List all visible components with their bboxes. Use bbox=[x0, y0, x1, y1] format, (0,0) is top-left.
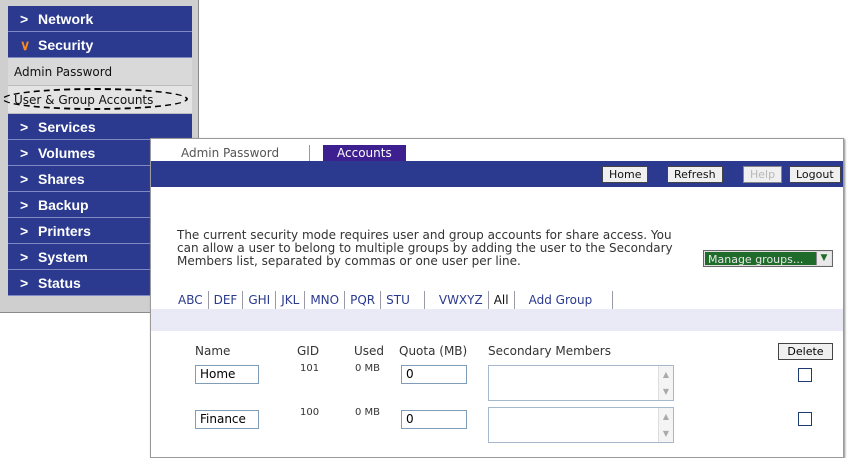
sidebar-item-security[interactable]: ∨ Security bbox=[8, 32, 192, 58]
letter-filter-mno[interactable]: MNO bbox=[305, 291, 346, 309]
quota-input[interactable]: 0 bbox=[401, 365, 467, 384]
home-button[interactable]: Home bbox=[602, 166, 649, 183]
letter-filter-bar: ABC DEF GHI JKL MNO PQR STU VWXYZ All Add Group bbox=[173, 291, 614, 309]
chevron-right-icon: > bbox=[20, 145, 29, 161]
tab-accounts[interactable]: Accounts bbox=[323, 145, 406, 161]
chevron-right-icon: > bbox=[20, 275, 29, 291]
delete-checkbox[interactable] bbox=[798, 368, 812, 382]
sidebar-item-label: Shares bbox=[38, 171, 85, 187]
group-name-input[interactable]: Finance bbox=[195, 410, 259, 429]
chevron-right-icon: > bbox=[20, 119, 29, 135]
sidebar-item-label: Backup bbox=[38, 197, 89, 213]
textarea-scrollbar[interactable]: ▲ ▼ bbox=[658, 366, 673, 400]
sidebar-item-label: Printers bbox=[38, 223, 91, 239]
column-header-used: Used bbox=[354, 344, 385, 358]
secondary-members-textarea[interactable]: ▲ ▼ bbox=[488, 407, 674, 443]
manage-groups-select[interactable]: Manage groups... ▼ bbox=[703, 250, 833, 267]
scroll-up-icon[interactable]: ▲ bbox=[659, 408, 673, 425]
letter-filter-ghi[interactable]: GHI bbox=[243, 291, 277, 309]
highlight-ellipse bbox=[2, 88, 188, 110]
letter-filter-pqr[interactable]: PQR bbox=[345, 291, 382, 309]
sidebar-item-label: Security bbox=[38, 37, 94, 53]
chevron-right-icon: > bbox=[20, 197, 29, 213]
add-group-link[interactable]: Add Group bbox=[515, 291, 614, 309]
chevron-down-icon: ∨ bbox=[20, 37, 31, 53]
accounts-panel: Admin Password Accounts Home Refresh Hel… bbox=[150, 138, 844, 458]
sidebar-item-label: Services bbox=[38, 119, 96, 135]
group-used: 0 MB bbox=[355, 407, 381, 418]
header-band bbox=[151, 309, 843, 331]
letter-filter-abc[interactable]: ABC bbox=[173, 291, 209, 309]
scroll-up-icon[interactable]: ▲ bbox=[659, 366, 673, 383]
column-header-quota: Quota (MB) bbox=[399, 344, 468, 358]
group-gid: 101 bbox=[300, 363, 320, 374]
letter-filter-stu[interactable]: STU bbox=[381, 291, 425, 309]
secondary-members-textarea[interactable]: ▲ ▼ bbox=[488, 365, 674, 401]
help-button[interactable]: Help bbox=[743, 166, 783, 183]
chevron-right-icon: > bbox=[20, 171, 29, 187]
logout-button[interactable]: Logout bbox=[789, 166, 841, 183]
scroll-down-icon[interactable]: ▼ bbox=[659, 383, 673, 400]
chevron-right-icon: > bbox=[20, 223, 29, 239]
tab-bar: Admin Password Accounts bbox=[151, 139, 843, 161]
sidebar-subitem-user-group-accounts[interactable]: User & Group Accounts bbox=[2, 86, 192, 114]
group-name-input[interactable]: Home bbox=[195, 365, 259, 384]
sidebar-item-network[interactable]: > Network bbox=[8, 6, 192, 32]
toolbar: Home Refresh Help Logout bbox=[151, 161, 843, 187]
scroll-down-icon[interactable]: ▼ bbox=[659, 425, 673, 442]
letter-filter-jkl[interactable]: JKL bbox=[276, 291, 306, 309]
sidebar-item-label: Status bbox=[38, 275, 81, 291]
chevron-right-icon: > bbox=[20, 249, 29, 265]
group-used: 0 MB bbox=[355, 363, 381, 374]
delete-checkbox[interactable] bbox=[798, 412, 812, 426]
textarea-scrollbar[interactable]: ▲ ▼ bbox=[658, 408, 673, 442]
sidebar-item-label: Network bbox=[38, 11, 94, 27]
column-header-name: Name bbox=[195, 344, 231, 358]
letter-filter-all[interactable]: All bbox=[489, 291, 515, 309]
quota-input[interactable]: 0 bbox=[401, 410, 467, 429]
delete-button[interactable]: Delete bbox=[778, 343, 833, 360]
letter-filter-vwxyz[interactable]: VWXYZ bbox=[425, 291, 489, 309]
sidebar-subitem-admin-password[interactable]: Admin Password bbox=[8, 58, 192, 86]
sidebar-item-label: System bbox=[38, 249, 88, 265]
dropdown-arrow-icon[interactable]: ▼ bbox=[816, 252, 831, 265]
tab-admin-password[interactable]: Admin Password bbox=[167, 145, 311, 161]
chevron-right-icon: > bbox=[20, 11, 29, 27]
column-header-gid: GID bbox=[297, 344, 320, 358]
column-header-secondary-members: Secondary Members bbox=[488, 344, 611, 358]
refresh-button[interactable]: Refresh bbox=[667, 166, 723, 183]
sidebar-item-services[interactable]: > Services bbox=[8, 114, 192, 140]
sidebar-subitem-label: Admin Password bbox=[14, 65, 113, 79]
letter-filter-def[interactable]: DEF bbox=[209, 291, 244, 309]
security-mode-description: The current security mode requires user … bbox=[177, 228, 673, 268]
sidebar-item-label: Volumes bbox=[38, 145, 96, 161]
group-gid: 100 bbox=[300, 407, 320, 418]
manage-groups-value: Manage groups... bbox=[708, 253, 804, 266]
